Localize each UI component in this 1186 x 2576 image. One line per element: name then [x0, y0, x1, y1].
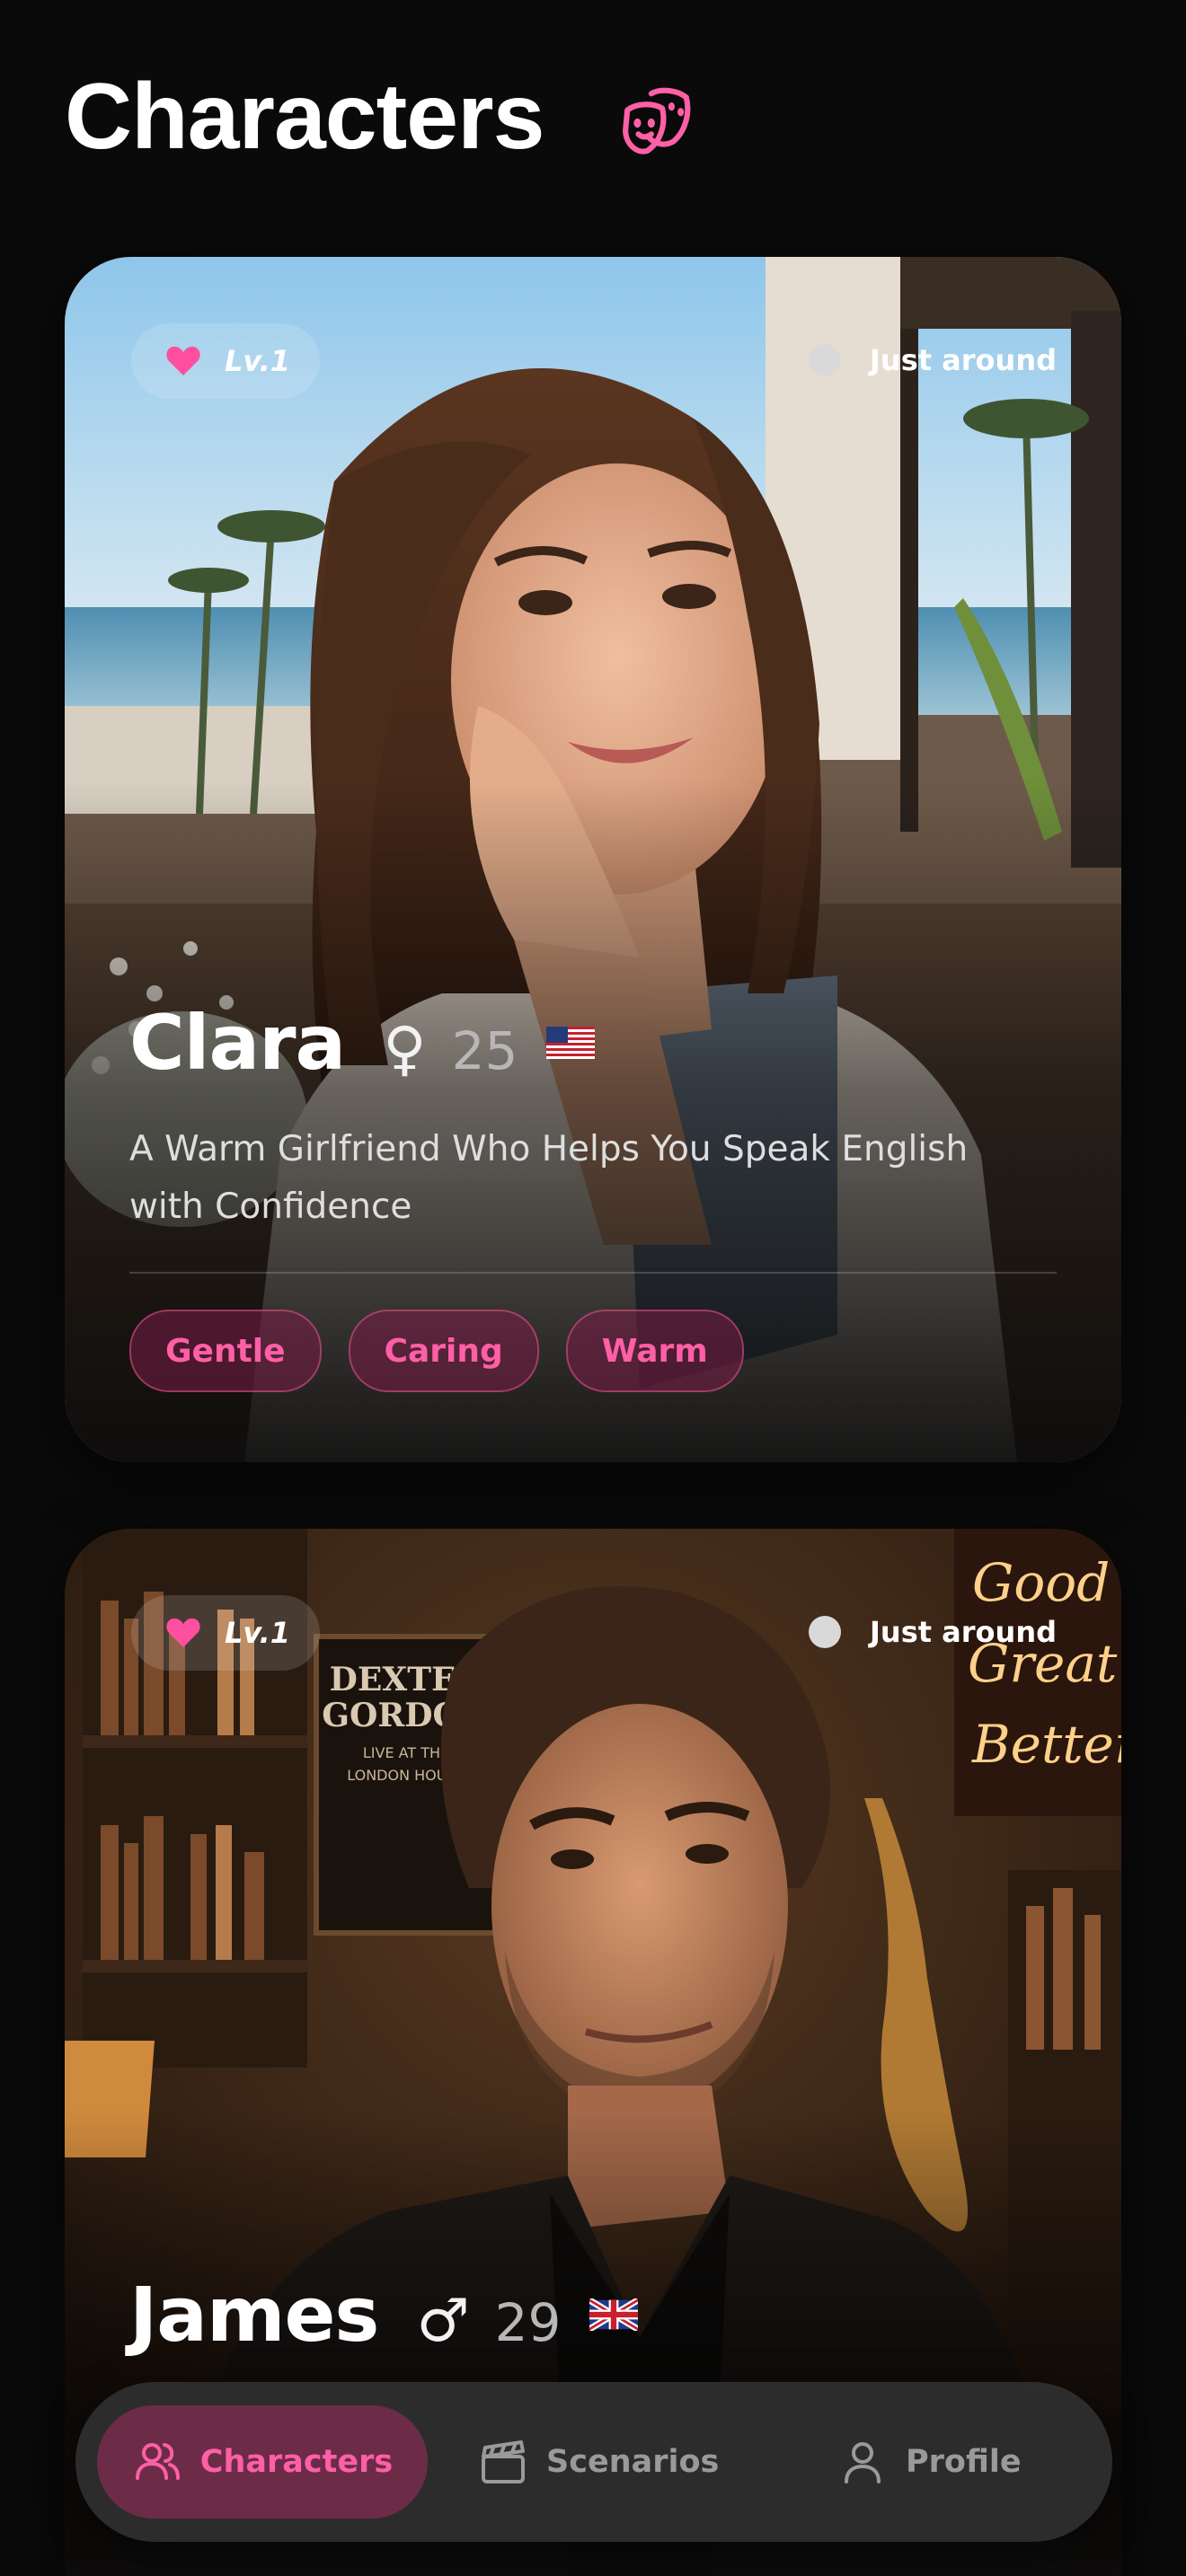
character-card-clara[interactable]: Lv.1 Just around Clara ♀ 25 A Warm Girlf… [65, 257, 1121, 1462]
status-text: Just around [870, 1615, 1057, 1649]
character-name: Clara [129, 999, 346, 1087]
user-icon [845, 2442, 881, 2483]
tag-list: Gentle Caring Warm [129, 1310, 744, 1392]
tag-warm: Warm [565, 1310, 744, 1392]
neon-text-3: Better co [971, 1714, 1121, 1775]
us-flag-icon [546, 1027, 596, 1059]
male-symbol-icon: ♂ [416, 2286, 470, 2355]
tab-label: Scenarios [546, 2444, 720, 2480]
poster-text-3: LIVE AT THE [363, 1744, 449, 1761]
status-dot-icon [809, 344, 841, 376]
level-badge: Lv.1 [131, 323, 320, 399]
bottom-nav: Characters Scenarios Profile [75, 2382, 1112, 2542]
level-label: Lv.1 [225, 1616, 291, 1650]
tab-profile[interactable]: Profile [837, 2405, 1022, 2519]
character-name: James [129, 2271, 379, 2359]
tab-scenarios[interactable]: Scenarios [478, 2405, 719, 2519]
tag-caring: Caring [348, 1310, 539, 1392]
level-label: Lv.1 [225, 344, 291, 378]
neon-text-1: Good s [972, 1552, 1121, 1613]
status-text: Just around [870, 343, 1057, 377]
theater-masks-icon [623, 87, 691, 154]
level-badge: Lv.1 [131, 1595, 320, 1671]
clapperboard-icon [482, 2440, 525, 2483]
tab-label: Profile [906, 2444, 1022, 2480]
character-age: 29 [494, 2292, 562, 2353]
character-description: A Warm Girlfriend Who Helps You Speak En… [129, 1129, 969, 1227]
female-symbol-icon: ♀ [383, 1014, 427, 1083]
name-row: Clara ♀ 25 [129, 999, 596, 1087]
page-title: Characters [65, 65, 544, 169]
character-age: 25 [451, 1020, 518, 1081]
status-dot-icon [809, 1616, 841, 1648]
users-icon [135, 2443, 180, 2480]
status-indicator: Just around [809, 1615, 1057, 1649]
name-row: James ♂ 29 [129, 2271, 639, 2359]
tag-gentle: Gentle [129, 1310, 322, 1392]
tab-label: Characters [199, 2444, 394, 2480]
tab-characters[interactable]: Characters [97, 2405, 428, 2519]
uk-flag-icon [589, 2298, 639, 2331]
card-divider [129, 1272, 1057, 1274]
heart-icon [166, 346, 200, 375]
heart-icon [166, 1618, 200, 1647]
status-indicator: Just around [809, 343, 1057, 377]
